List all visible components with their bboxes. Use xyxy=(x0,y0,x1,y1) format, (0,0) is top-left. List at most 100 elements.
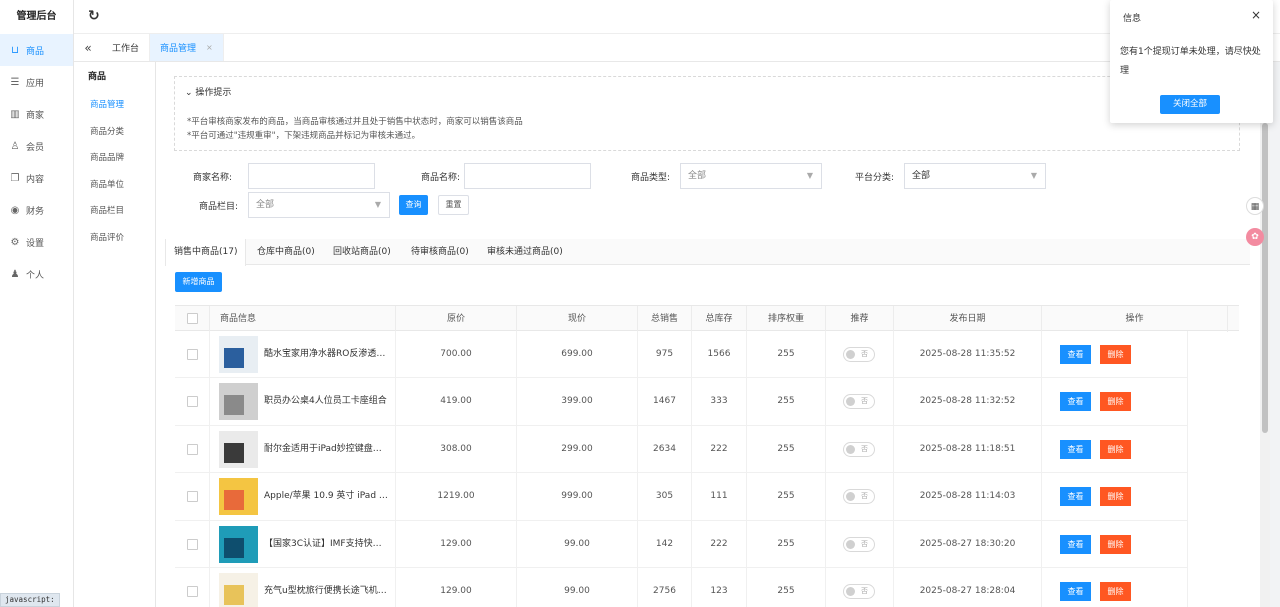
original-price: 700.00 xyxy=(396,331,517,378)
product-thumbnail[interactable] xyxy=(219,573,258,607)
view-button[interactable]: 查看 xyxy=(1060,392,1091,412)
row-checkbox[interactable] xyxy=(187,586,198,597)
sub-menu-item-goods-category[interactable]: 商品分类 xyxy=(74,119,155,146)
recommend-toggle[interactable]: 否 xyxy=(843,347,875,362)
tips-header[interactable]: ⌄ 操作提示 xyxy=(185,85,231,98)
product-thumbnail[interactable] xyxy=(219,430,258,468)
tab-close-icon[interactable]: × xyxy=(206,43,213,52)
sub-menu-item-goods-management[interactable]: 商品管理 xyxy=(74,92,155,119)
delete-button[interactable]: 删除 xyxy=(1100,345,1131,364)
original-price: 419.00 xyxy=(396,378,517,426)
delete-button[interactable]: 删除 xyxy=(1100,439,1131,459)
delete-button[interactable]: 删除 xyxy=(1100,487,1131,507)
tab-label: 商品管理 xyxy=(160,44,197,54)
row-checkbox[interactable] xyxy=(187,491,198,503)
collapse-sidebar-icon[interactable]: « xyxy=(74,34,102,61)
nav-item-label: 应用 xyxy=(26,78,45,89)
chevron-down-icon: ⌄ xyxy=(185,88,193,98)
product-name[interactable]: Apple/苹果 10.9 英寸 iPad 平板电脑 xyxy=(264,473,388,520)
delete-button[interactable]: 删除 xyxy=(1100,534,1131,554)
add-product-button[interactable]: 新增商品 xyxy=(175,272,222,292)
product-name[interactable]: 【国家3C认证】IMF支持快充充电宝 xyxy=(264,521,388,568)
row-checkbox[interactable] xyxy=(187,538,198,550)
recommend-toggle[interactable]: 否 xyxy=(843,489,875,505)
nav-item-apps[interactable]: ☰ 应用 xyxy=(0,66,73,98)
tab-pending-review[interactable]: 待审核商品(0) xyxy=(403,239,477,265)
table-row: Apple/苹果 10.9 英寸 iPad 平板电脑 1219.00 999.0… xyxy=(175,473,1188,521)
merchant-name-input[interactable] xyxy=(248,163,375,189)
product-column-label: 商品栏目: xyxy=(198,202,238,212)
row-checkbox[interactable] xyxy=(187,443,198,455)
total-sales: 1467 xyxy=(638,378,692,426)
tab-goods-management[interactable]: 商品管理 × xyxy=(150,34,224,61)
nav-item-label: 个人 xyxy=(26,270,45,281)
translate-icon[interactable]: ✿ xyxy=(1246,228,1264,246)
view-button[interactable]: 查看 xyxy=(1060,582,1091,601)
close-icon[interactable]: × xyxy=(1251,8,1261,22)
nav-item-merchant[interactable]: ▥ 商家 xyxy=(0,98,73,130)
view-button[interactable]: 查看 xyxy=(1060,487,1091,507)
platform-category-select[interactable]: 全部 ▼ xyxy=(904,163,1046,189)
recommend-cell: 否 xyxy=(826,473,894,521)
product-info-cell: 充气u型枕旅行便携长途飞机护颈枕 xyxy=(210,568,396,607)
delete-button[interactable]: 删除 xyxy=(1100,582,1131,601)
view-button[interactable]: 查看 xyxy=(1060,439,1091,459)
sub-menu-item-goods-column[interactable]: 商品栏目 xyxy=(74,198,155,225)
total-stock: 111 xyxy=(692,473,747,521)
total-stock: 222 xyxy=(692,520,747,568)
tab-workbench[interactable]: 工作台 xyxy=(102,34,151,61)
refresh-icon[interactable]: ↻ xyxy=(88,8,100,24)
product-type-select[interactable]: 全部 ▼ xyxy=(680,163,822,189)
tab-review-rejected[interactable]: 审核未通过商品(0) xyxy=(479,239,571,265)
book-icon: ❐ xyxy=(10,172,20,184)
table-row: 耐尔金适用于iPad妙控键盘保护套 308.00 299.00 2634 222… xyxy=(175,425,1188,474)
product-column-select[interactable]: 全部 ▼ xyxy=(248,192,390,218)
product-thumbnail[interactable] xyxy=(219,525,258,563)
row-checkbox[interactable] xyxy=(187,396,198,408)
tab-in-warehouse[interactable]: 仓库中商品(0) xyxy=(249,239,323,265)
product-name[interactable]: 职员办公桌4人位员工卡座组合 xyxy=(264,378,388,425)
nav-item-content[interactable]: ❐ 内容 xyxy=(0,162,73,194)
nav-item-settings[interactable]: ⚙ 设置 xyxy=(0,226,73,258)
total-sales: 2634 xyxy=(638,425,692,473)
nav-item-finance[interactable]: ◉ 财务 xyxy=(0,194,73,226)
delete-button[interactable]: 删除 xyxy=(1100,392,1131,412)
view-button[interactable]: 查看 xyxy=(1060,534,1091,554)
recommend-cell: 否 xyxy=(826,425,894,473)
recommend-toggle[interactable]: 否 xyxy=(843,394,875,410)
browser-status-bar: javascript: xyxy=(0,593,60,607)
total-sales: 2756 xyxy=(638,568,692,607)
header-sort-weight: 排序权重 xyxy=(747,306,826,332)
sub-menu-item-goods-unit[interactable]: 商品单位 xyxy=(74,172,155,199)
toggle-knob xyxy=(846,587,855,596)
reset-button[interactable]: 重置 xyxy=(438,195,469,215)
product-name-input[interactable] xyxy=(464,163,591,189)
merchant-name-label: 商家名称: xyxy=(192,173,232,183)
header-select-all[interactable] xyxy=(175,306,210,332)
close-all-button[interactable]: 关闭全部 xyxy=(1160,95,1220,114)
tab-on-sale[interactable]: 销售中商品(17) xyxy=(165,239,247,266)
qrcode-icon[interactable]: ▦ xyxy=(1246,197,1264,215)
product-thumbnail[interactable] xyxy=(219,478,258,516)
search-button[interactable]: 查询 xyxy=(399,195,428,215)
page-scrollbar-thumb[interactable] xyxy=(1262,123,1268,433)
sub-menu-item-goods-brand[interactable]: 商品品牌 xyxy=(74,145,155,172)
recommend-toggle[interactable]: 否 xyxy=(843,584,875,599)
recommend-toggle[interactable]: 否 xyxy=(843,536,875,552)
recommend-toggle[interactable]: 否 xyxy=(843,441,875,457)
nav-item-personal[interactable]: ♟ 个人 xyxy=(0,258,73,290)
original-price: 308.00 xyxy=(396,425,517,473)
tab-recycle-bin[interactable]: 回收站商品(0) xyxy=(325,239,399,265)
nav-item-member[interactable]: ♙ 会员 xyxy=(0,130,73,162)
product-name[interactable]: 耐尔金适用于iPad妙控键盘保护套 xyxy=(264,426,388,473)
sub-menu-item-goods-review[interactable]: 商品评价 xyxy=(74,225,155,252)
product-thumbnail[interactable] xyxy=(219,383,258,421)
select-all-checkbox[interactable] xyxy=(187,313,198,324)
nav-item-goods[interactable]: ⊔ 商品 xyxy=(0,34,73,66)
view-button[interactable]: 查看 xyxy=(1060,345,1091,364)
product-name[interactable]: 酷水宝家用净水器RO反渗透净水机 xyxy=(264,331,388,378)
total-sales: 305 xyxy=(638,473,692,521)
row-checkbox[interactable] xyxy=(187,349,198,360)
product-thumbnail[interactable] xyxy=(219,336,258,373)
product-name[interactable]: 充气u型枕旅行便携长途飞机护颈枕 xyxy=(264,568,388,607)
